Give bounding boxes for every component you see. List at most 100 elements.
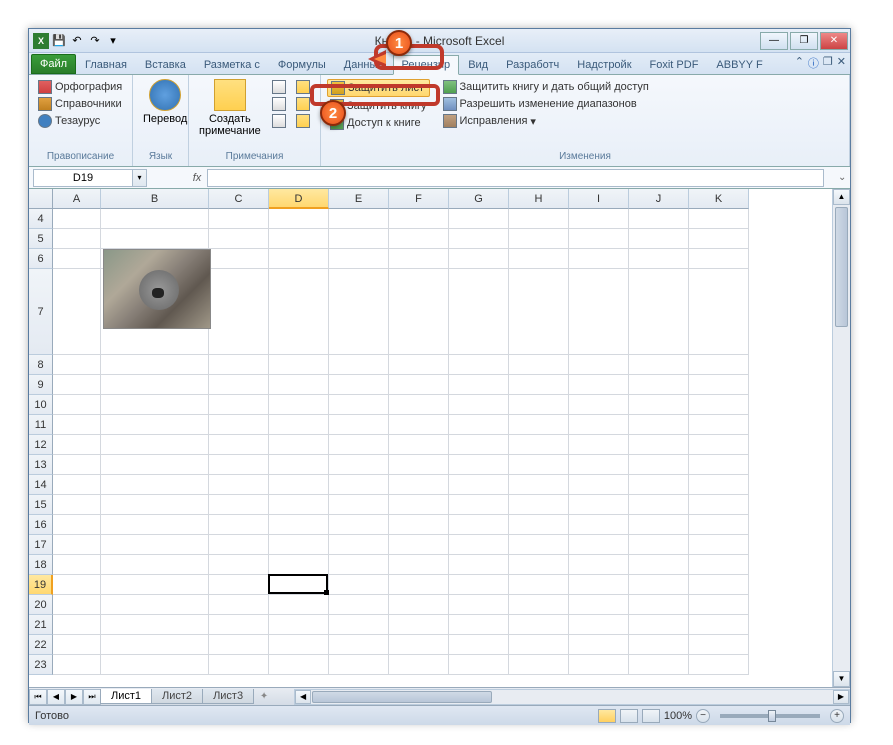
cell-J21[interactable]	[629, 615, 689, 635]
cell-J14[interactable]	[629, 475, 689, 495]
cell-F4[interactable]	[389, 209, 449, 229]
close-workbook-icon[interactable]: ✕	[837, 55, 846, 71]
undo-icon[interactable]: ↶	[69, 33, 85, 49]
cell-A14[interactable]	[53, 475, 101, 495]
cell-B21[interactable]	[101, 615, 209, 635]
cell-D20[interactable]	[269, 595, 329, 615]
cell-H8[interactable]	[509, 355, 569, 375]
close-button[interactable]: ✕	[820, 32, 848, 50]
column-header-G[interactable]: G	[449, 189, 509, 209]
cell-H4[interactable]	[509, 209, 569, 229]
row-header-13[interactable]: 13	[29, 455, 53, 475]
cell-D6[interactable]	[269, 249, 329, 269]
zoom-in-button[interactable]: +	[830, 709, 844, 723]
cell-E10[interactable]	[329, 395, 389, 415]
cell-K11[interactable]	[689, 415, 749, 435]
cell-C16[interactable]	[209, 515, 269, 535]
cell-C22[interactable]	[209, 635, 269, 655]
cell-K15[interactable]	[689, 495, 749, 515]
cell-C20[interactable]	[209, 595, 269, 615]
cell-B13[interactable]	[101, 455, 209, 475]
cell-C4[interactable]	[209, 209, 269, 229]
cell-D16[interactable]	[269, 515, 329, 535]
zoom-thumb[interactable]	[768, 710, 776, 722]
cell-I15[interactable]	[569, 495, 629, 515]
column-header-J[interactable]: J	[629, 189, 689, 209]
cell-F18[interactable]	[389, 555, 449, 575]
cell-D8[interactable]	[269, 355, 329, 375]
zoom-slider[interactable]	[720, 714, 820, 718]
column-header-C[interactable]: C	[209, 189, 269, 209]
vertical-scrollbar[interactable]: ▲ ▼	[832, 189, 850, 687]
show-comment-button[interactable]	[293, 79, 313, 95]
cell-E14[interactable]	[329, 475, 389, 495]
cell-I20[interactable]	[569, 595, 629, 615]
cell-E4[interactable]	[329, 209, 389, 229]
cell-I12[interactable]	[569, 435, 629, 455]
cell-B18[interactable]	[101, 555, 209, 575]
scroll-left-button[interactable]: ◀	[295, 690, 311, 704]
cell-C6[interactable]	[209, 249, 269, 269]
cell-B23[interactable]	[101, 655, 209, 675]
cell-D4[interactable]	[269, 209, 329, 229]
cell-D18[interactable]	[269, 555, 329, 575]
cell-J19[interactable]	[629, 575, 689, 595]
cell-F9[interactable]	[389, 375, 449, 395]
cell-G15[interactable]	[449, 495, 509, 515]
cell-C14[interactable]	[209, 475, 269, 495]
protect-and-share-button[interactable]: Защитить книгу и дать общий доступ	[440, 79, 652, 95]
row-header-7[interactable]: 7	[29, 269, 53, 355]
cell-F17[interactable]	[389, 535, 449, 555]
tab-file[interactable]: Файл	[31, 54, 76, 74]
column-header-K[interactable]: K	[689, 189, 749, 209]
cell-B11[interactable]	[101, 415, 209, 435]
cell-E23[interactable]	[329, 655, 389, 675]
sheet-nav-first[interactable]: ⏮	[29, 689, 47, 705]
cell-D15[interactable]	[269, 495, 329, 515]
sheet-tab-2[interactable]: Лист2	[151, 689, 203, 704]
cell-K21[interactable]	[689, 615, 749, 635]
cell-B17[interactable]	[101, 535, 209, 555]
tab-home[interactable]: Главная	[76, 55, 136, 74]
cell-I13[interactable]	[569, 455, 629, 475]
cell-B10[interactable]	[101, 395, 209, 415]
cell-C8[interactable]	[209, 355, 269, 375]
column-header-E[interactable]: E	[329, 189, 389, 209]
hscroll-thumb[interactable]	[312, 691, 492, 703]
cell-D5[interactable]	[269, 229, 329, 249]
cell-H19[interactable]	[509, 575, 569, 595]
cell-A5[interactable]	[53, 229, 101, 249]
cell-C23[interactable]	[209, 655, 269, 675]
cell-G18[interactable]	[449, 555, 509, 575]
cell-J10[interactable]	[629, 395, 689, 415]
cell-B22[interactable]	[101, 635, 209, 655]
cell-E20[interactable]	[329, 595, 389, 615]
prev-comment-button[interactable]	[269, 96, 289, 112]
cell-H17[interactable]	[509, 535, 569, 555]
cell-C7[interactable]	[209, 269, 269, 355]
cell-H18[interactable]	[509, 555, 569, 575]
cell-I5[interactable]	[569, 229, 629, 249]
cell-A7[interactable]	[53, 269, 101, 355]
tab-data[interactable]: Данные	[335, 55, 393, 74]
zoom-out-button[interactable]: −	[696, 709, 710, 723]
cell-B12[interactable]	[101, 435, 209, 455]
cell-A21[interactable]	[53, 615, 101, 635]
cell-H6[interactable]	[509, 249, 569, 269]
cell-D10[interactable]	[269, 395, 329, 415]
cell-K10[interactable]	[689, 395, 749, 415]
translate-button[interactable]: Перевод	[137, 77, 193, 127]
sheet-tab-3[interactable]: Лист3	[202, 689, 254, 704]
cell-D12[interactable]	[269, 435, 329, 455]
cell-G13[interactable]	[449, 455, 509, 475]
sheet-nav-next[interactable]: ▶	[65, 689, 83, 705]
cell-D11[interactable]	[269, 415, 329, 435]
name-box-dropdown[interactable]: ▾	[133, 169, 147, 187]
row-header-12[interactable]: 12	[29, 435, 53, 455]
row-header-10[interactable]: 10	[29, 395, 53, 415]
cell-J23[interactable]	[629, 655, 689, 675]
cell-F15[interactable]	[389, 495, 449, 515]
cell-E16[interactable]	[329, 515, 389, 535]
cell-E5[interactable]	[329, 229, 389, 249]
row-header-16[interactable]: 16	[29, 515, 53, 535]
